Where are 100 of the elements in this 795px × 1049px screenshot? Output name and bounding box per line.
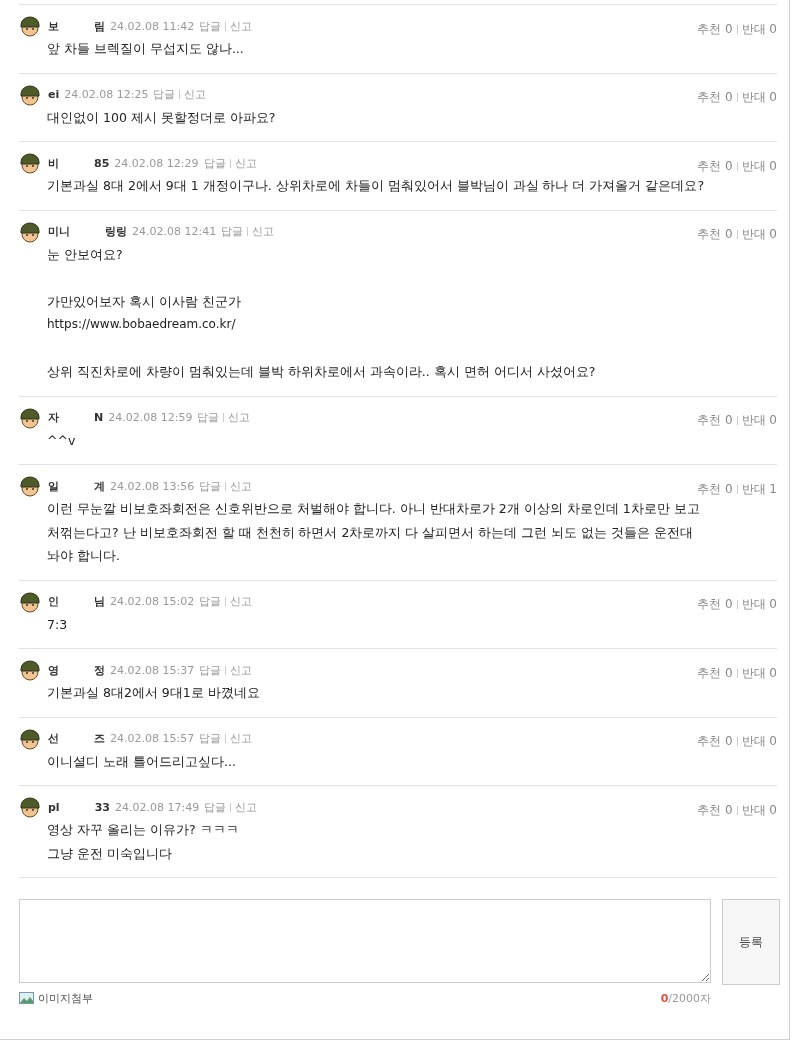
report-link[interactable]: 신고 xyxy=(184,87,207,102)
cartoon-face-icon xyxy=(19,590,41,613)
cartoon-face-icon xyxy=(19,475,41,497)
comment-input[interactable] xyxy=(19,899,711,983)
comment-text: 이런 무눈깔 비보호좌회전은 신호위반으로 처벌해야 합니다. 아니 반대차로가 2개 이상의 차로인데 1차로만 보고 xyxy=(47,500,701,518)
comment-text: 상위 직진차로에 차량이 멈춰있는데 블박 하위차로에서 과속이라.. 혹시 면허 어디서 사셨어요? xyxy=(47,363,597,381)
reply-link[interactable]: 답글 xyxy=(199,731,222,746)
comment-text: 그냥 운전 미숙입니다 xyxy=(47,844,173,863)
downvote-link[interactable]: 반대 0 xyxy=(741,157,777,175)
downvote-link[interactable]: 반대 1 xyxy=(741,480,777,498)
comment-date: 24.02.08 12:41 xyxy=(132,225,217,238)
upvote-link[interactable]: 추천 0 xyxy=(697,89,733,106)
downvote-link[interactable]: 반대 0 xyxy=(741,20,777,38)
report-link[interactable]: 신고 xyxy=(230,594,253,609)
cartoon-face-icon xyxy=(19,83,41,106)
downvote-link[interactable]: 반대 0 xyxy=(741,801,777,819)
comment-date: 24.02.08 12:59 xyxy=(108,411,193,424)
report-link[interactable]: 신고 xyxy=(234,155,257,171)
comment-text: 이니셜디 노래 틀어드리고싶다... xyxy=(47,752,237,771)
comment-date: 24.02.08 13:56 xyxy=(110,479,195,493)
upvote-link[interactable]: 추천 0 xyxy=(697,226,733,243)
comment-date: 24.02.08 17:49 xyxy=(114,800,200,814)
author-name: 85 xyxy=(94,156,110,170)
report-link[interactable]: 신고 xyxy=(252,224,275,239)
comment-date: 24.02.08 12:29 xyxy=(114,156,199,170)
upvote-link[interactable]: 추천 0 xyxy=(697,20,733,38)
comment-date: 24.02.08 15:37 xyxy=(110,663,195,677)
report-link[interactable]: 신고 xyxy=(235,799,258,815)
cartoon-face-icon xyxy=(19,220,41,243)
reply-link[interactable]: 답글 xyxy=(199,594,222,609)
author-name: 미니 xyxy=(48,224,70,239)
comment-text: 기본과실 8대2에서 9대1로 바꼈네요 xyxy=(47,684,261,702)
upvote-link[interactable]: 추천 0 xyxy=(697,801,733,819)
upvote-link[interactable]: 추천 0 xyxy=(697,733,733,750)
comment-date: 24.02.08 12:25 xyxy=(64,88,149,101)
author-name: 링링 xyxy=(105,224,127,239)
url-link[interactable]: https://www.bobaedream.co.kr/ xyxy=(47,313,777,337)
cartoon-face-icon xyxy=(19,406,41,429)
cartoon-face-icon xyxy=(19,152,41,174)
downvote-link[interactable]: 반대 0 xyxy=(741,664,777,682)
author-name: 계 xyxy=(94,478,105,494)
attach-image-link[interactable]: 이미지첨부 xyxy=(19,990,93,1006)
author-name: 일 xyxy=(48,478,59,494)
reply-link[interactable]: 답글 xyxy=(204,799,227,815)
author-name: 정 xyxy=(94,662,105,678)
character-counter: 0/2000자 xyxy=(660,990,711,1006)
downvote-link[interactable]: 반대 0 xyxy=(741,412,777,429)
comment-text: 놔야 합니다. xyxy=(47,547,121,565)
upvote-link[interactable]: 추천 0 xyxy=(697,596,733,613)
comment-text: ^^v xyxy=(47,431,77,450)
reply-link[interactable]: 답글 xyxy=(153,87,176,102)
cartoon-face-icon xyxy=(19,727,41,750)
cartoon-face-icon xyxy=(19,15,41,37)
comment-date: 24.02.08 15:02 xyxy=(110,595,195,608)
comment-text: 가만있어보자 혹시 이사람 친군가 xyxy=(47,292,242,311)
author-name: 림 xyxy=(94,18,105,34)
downvote-link[interactable]: 반대 0 xyxy=(741,596,777,613)
downvote-link[interactable]: 반대 0 xyxy=(741,226,777,243)
submit-button[interactable]: 등록 xyxy=(722,899,780,985)
author-name: 즈 xyxy=(94,731,105,746)
comment-text: 7:3 xyxy=(47,615,69,634)
downvote-link[interactable]: 반대 0 xyxy=(741,733,777,750)
downvote-link[interactable]: 반대 0 xyxy=(741,89,777,106)
upvote-link[interactable]: 추천 0 xyxy=(697,157,733,175)
comment-text: 영상 자꾸 올리는 이유가? ㅋㅋㅋ xyxy=(47,821,240,839)
author-name: 선 xyxy=(48,731,59,746)
comment-text: 앞 차들 브렉질이 무섭지도 않나... xyxy=(47,40,245,58)
upvote-link[interactable]: 추천 0 xyxy=(697,412,733,429)
author-name: 비 xyxy=(48,155,59,171)
comment-date: 24.02.08 15:57 xyxy=(110,732,195,745)
report-link[interactable]: 신고 xyxy=(230,18,253,34)
author-name: 33 xyxy=(94,800,110,814)
report-link[interactable]: 신고 xyxy=(230,662,253,678)
cartoon-face-icon xyxy=(19,659,41,681)
author-name: 자 xyxy=(48,410,59,425)
author-name: 님 xyxy=(94,594,105,609)
reply-link[interactable]: 답글 xyxy=(221,224,244,239)
upvote-link[interactable]: 추천 0 xyxy=(697,664,733,682)
comment-text: 대인없이 100 제시 못할정더로 아파요? xyxy=(47,108,277,127)
cartoon-face-icon xyxy=(19,796,41,818)
report-link[interactable]: 신고 xyxy=(228,410,251,425)
author-name: 영 xyxy=(48,662,59,678)
author-name: 인 xyxy=(48,594,59,609)
upvote-link[interactable]: 추천 0 xyxy=(697,480,733,498)
comment-text: 처꺾는다고? 난 비보호좌회전 할 때 천천히 하면서 2차로까지 다 살피면서 하는데 그런 뇌도 없는 것들은 운전대 xyxy=(47,523,695,542)
comment-date: 24.02.08 11:42 xyxy=(110,19,195,33)
author-name: 보 xyxy=(48,18,59,34)
report-link[interactable]: 신고 xyxy=(230,478,253,494)
comment-text: 눈 안보여요? xyxy=(47,245,124,264)
reply-link[interactable]: 답글 xyxy=(203,155,226,171)
reply-link[interactable]: 답글 xyxy=(199,478,222,494)
reply-link[interactable]: 답글 xyxy=(199,662,222,678)
report-link[interactable]: 신고 xyxy=(230,731,253,746)
comment-text: 기본과실 8대 2에서 9대 1 개정이구나. 상위차로에 차들이 멈춰있어서 블박님이 과실 하나 더 가져올거 같은데요? xyxy=(47,177,706,195)
reply-link[interactable]: 답글 xyxy=(199,18,222,34)
author-name: N xyxy=(94,411,104,424)
image-icon xyxy=(19,992,34,1004)
reply-link[interactable]: 답글 xyxy=(197,410,220,425)
author-name: ei xyxy=(48,88,60,101)
author-name: pl xyxy=(48,800,60,814)
